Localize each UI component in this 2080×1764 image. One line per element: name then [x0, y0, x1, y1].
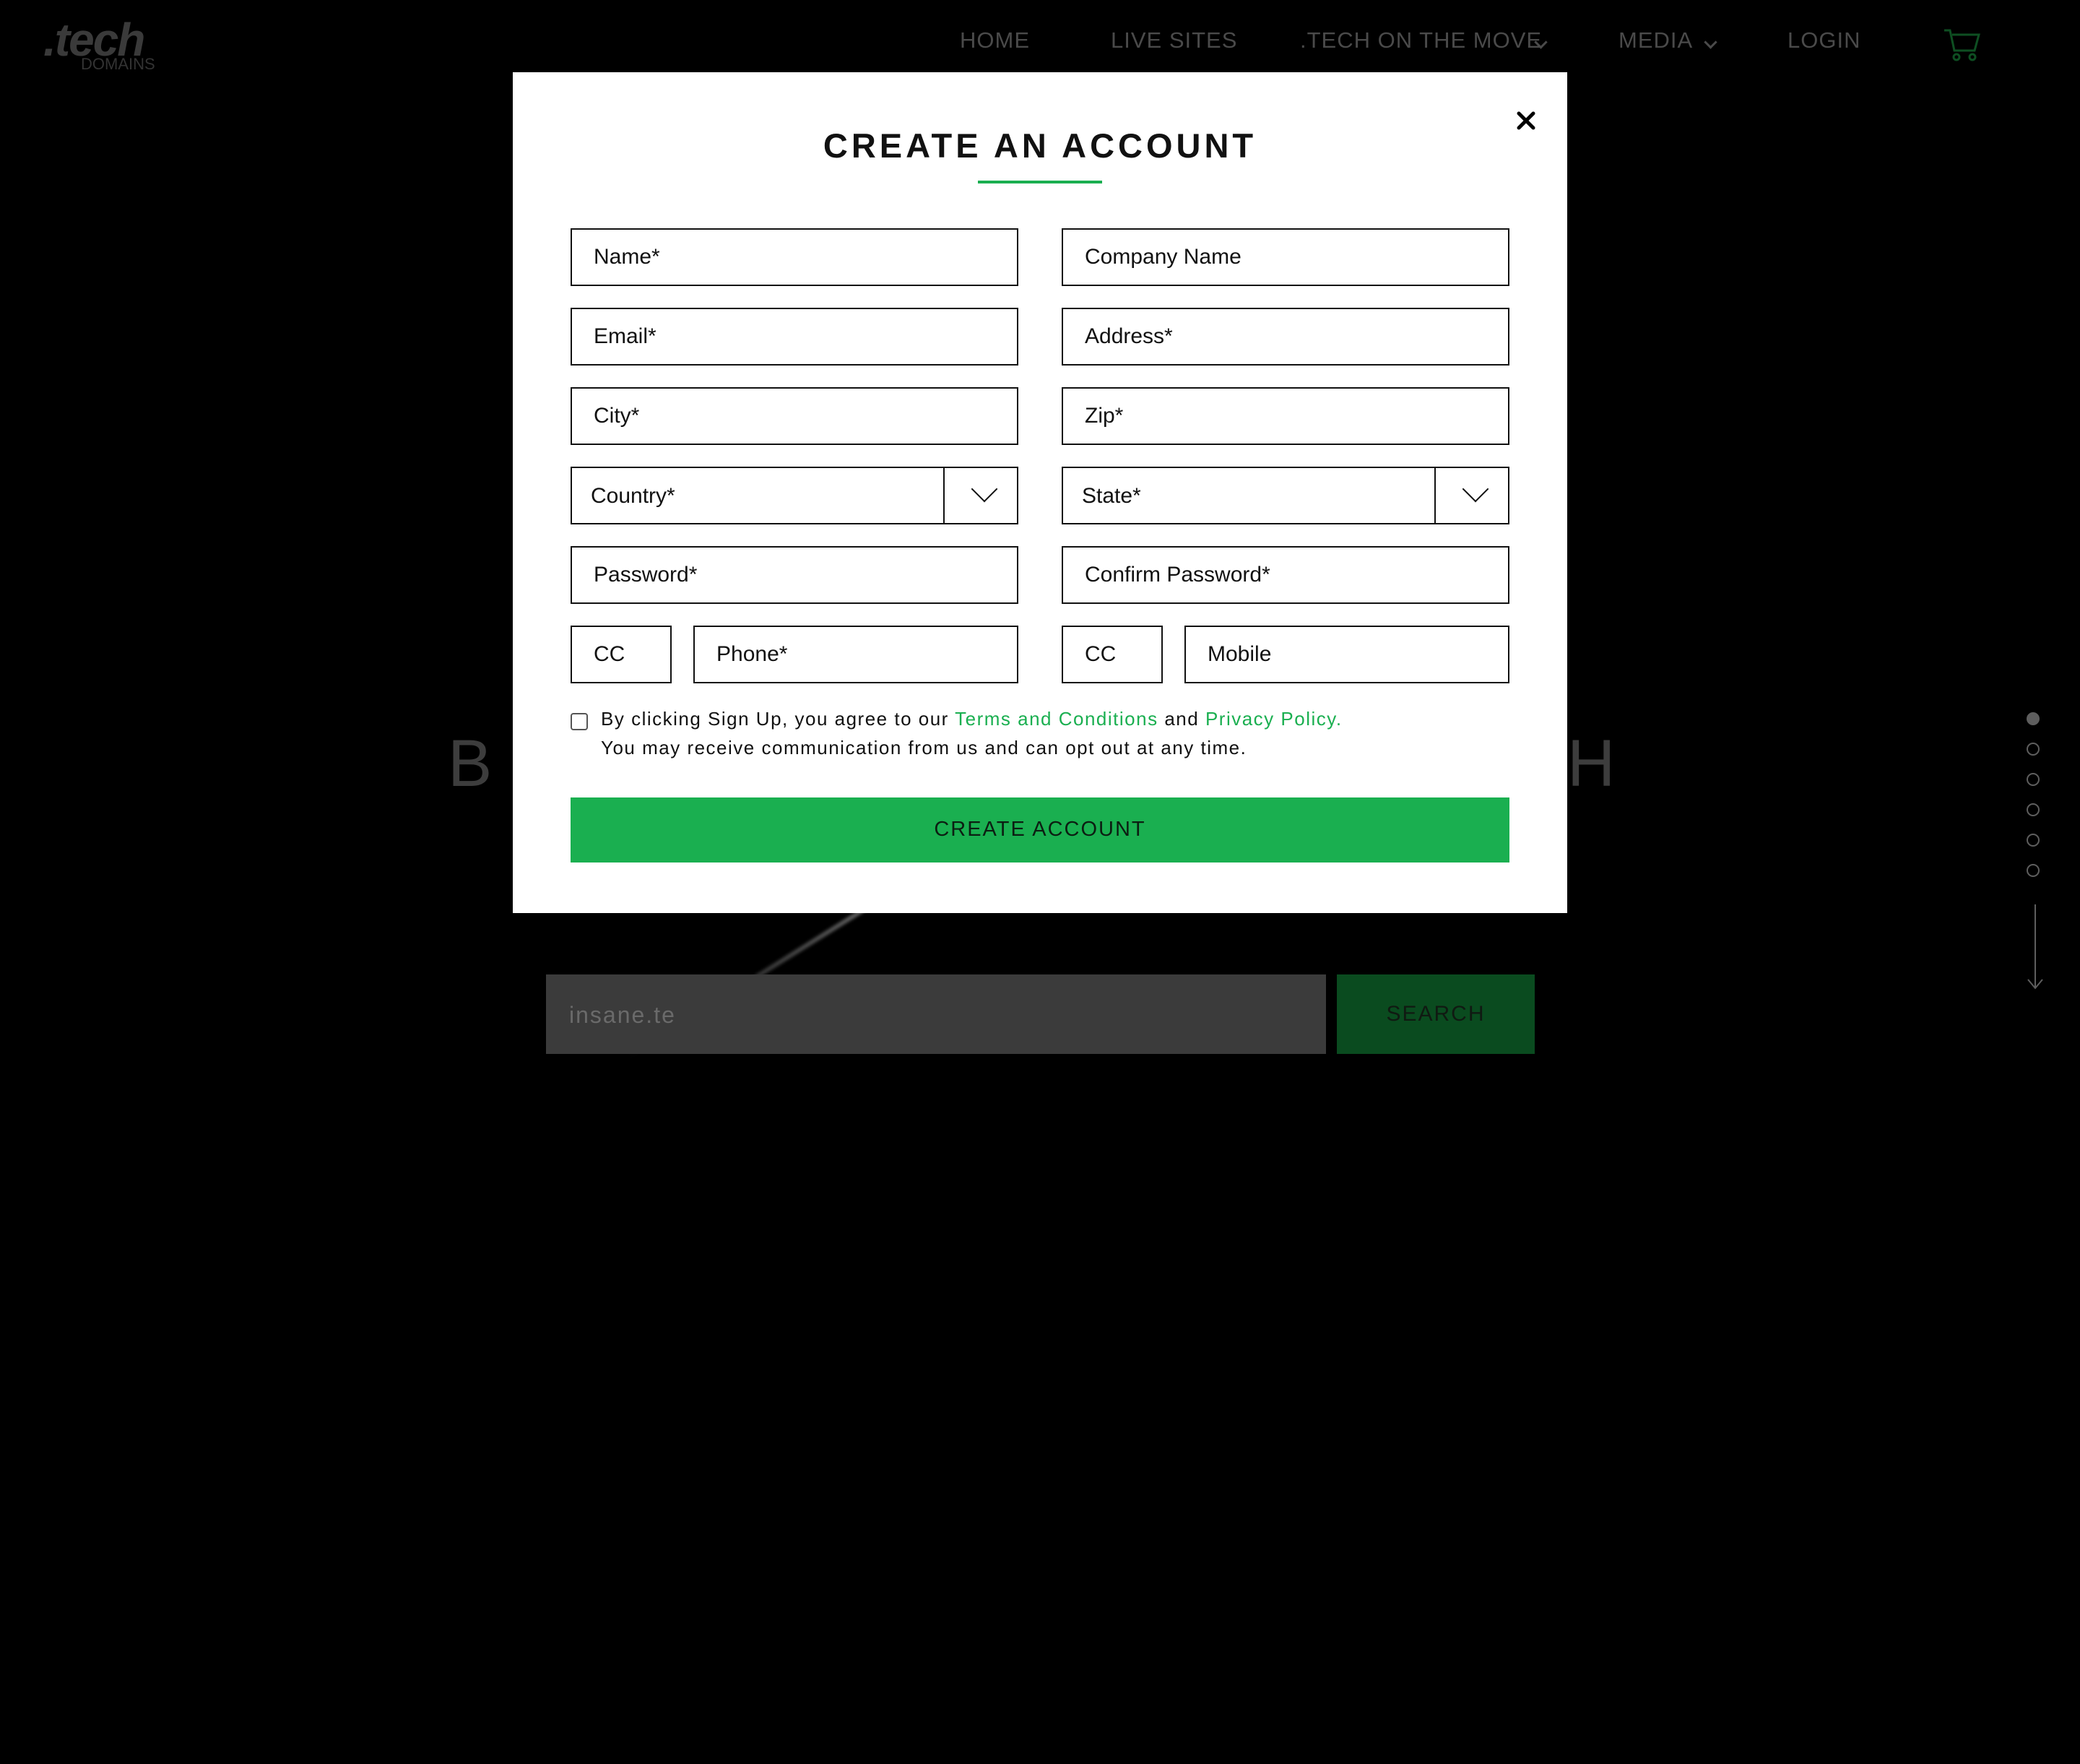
domain-search-input[interactable]: insane.te [546, 974, 1326, 1054]
slide-dot[interactable] [2027, 834, 2040, 847]
hero-heading-right: H [1567, 727, 1644, 800]
confirm-password-input[interactable] [1063, 548, 1508, 602]
slide-dot[interactable] [2027, 803, 2040, 816]
nav-media[interactable]: MEDIA [1618, 27, 1693, 53]
password-input[interactable] [572, 548, 1017, 602]
country-select[interactable]: Country* [571, 467, 1018, 524]
phone-cc-field[interactable] [571, 626, 672, 683]
company-input[interactable] [1063, 230, 1508, 285]
create-account-modal: CREATE AN ACCOUNT Country* State* [513, 72, 1567, 913]
email-field[interactable] [571, 308, 1018, 366]
terms-line-2: You may receive communication from us an… [601, 737, 1247, 758]
address-input[interactable] [1063, 309, 1508, 364]
terms-prefix: By clicking Sign Up, you agree to our [601, 708, 949, 730]
phone-field[interactable] [693, 626, 1018, 683]
mobile-cc-input[interactable] [1063, 627, 1161, 682]
search-button-label: SEARCH [1386, 1002, 1486, 1026]
slide-dot[interactable] [2027, 773, 2040, 786]
city-field[interactable] [571, 387, 1018, 445]
search-button[interactable]: SEARCH [1337, 974, 1535, 1054]
terms-and: and [1164, 708, 1200, 730]
name-input[interactable] [572, 230, 1017, 285]
zip-field[interactable] [1062, 387, 1509, 445]
domain-search-value: insane.te [569, 1002, 676, 1028]
mobile-input[interactable] [1186, 627, 1508, 682]
select-divider [1434, 468, 1436, 523]
zip-input[interactable] [1063, 389, 1508, 444]
select-divider [943, 468, 945, 523]
terms-line-1: By clicking Sign Up, you agree to our Te… [601, 708, 1343, 730]
scroll-down-arrow-icon[interactable] [2027, 904, 2044, 991]
name-field[interactable] [571, 228, 1018, 286]
nav-live-sites[interactable]: LIVE SITES [1111, 27, 1237, 53]
cart-icon[interactable] [1943, 27, 1980, 62]
email-input[interactable] [572, 309, 1017, 364]
company-field[interactable] [1062, 228, 1509, 286]
chevron-down-icon[interactable] [1704, 35, 1717, 49]
slide-dot[interactable] [2027, 743, 2040, 756]
title-underline [978, 181, 1102, 183]
chevron-down-icon[interactable] [1462, 475, 1489, 503]
state-select-value: State* [1082, 484, 1141, 508]
mobile-cc-field[interactable] [1062, 626, 1163, 683]
mobile-field[interactable] [1184, 626, 1509, 683]
create-account-button[interactable]: CREATE ACCOUNT [571, 797, 1509, 862]
create-account-button-label: CREATE ACCOUNT [934, 818, 1146, 841]
city-input[interactable] [572, 389, 1017, 444]
password-field[interactable] [571, 546, 1018, 604]
nav-login[interactable]: LOGIN [1788, 27, 1860, 53]
chevron-down-icon[interactable] [971, 475, 998, 503]
nav-home[interactable]: HOME [960, 27, 1030, 53]
address-field[interactable] [1062, 308, 1509, 366]
country-select-value: Country* [591, 484, 675, 508]
privacy-link[interactable]: Privacy Policy. [1205, 708, 1343, 730]
modal-title: CREATE AN ACCOUNT [823, 126, 1257, 165]
terms-link[interactable]: Terms and Conditions [955, 708, 1158, 730]
slide-pagination [2027, 712, 2044, 894]
terms-checkbox[interactable] [571, 713, 588, 730]
nav-tech-on-the-move[interactable]: .TECH ON THE MOVE [1300, 27, 1542, 53]
phone-input[interactable] [695, 627, 1017, 682]
main-nav: HOME LIVE SITES .TECH ON THE MOVE MEDIA … [0, 27, 2080, 61]
slide-dot[interactable] [2027, 864, 2040, 877]
confirm-password-field[interactable] [1062, 546, 1509, 604]
terms-agreement: By clicking Sign Up, you agree to our Te… [571, 706, 1524, 771]
slide-dot[interactable] [2027, 712, 2040, 725]
state-select[interactable]: State* [1062, 467, 1509, 524]
phone-cc-input[interactable] [572, 627, 670, 682]
